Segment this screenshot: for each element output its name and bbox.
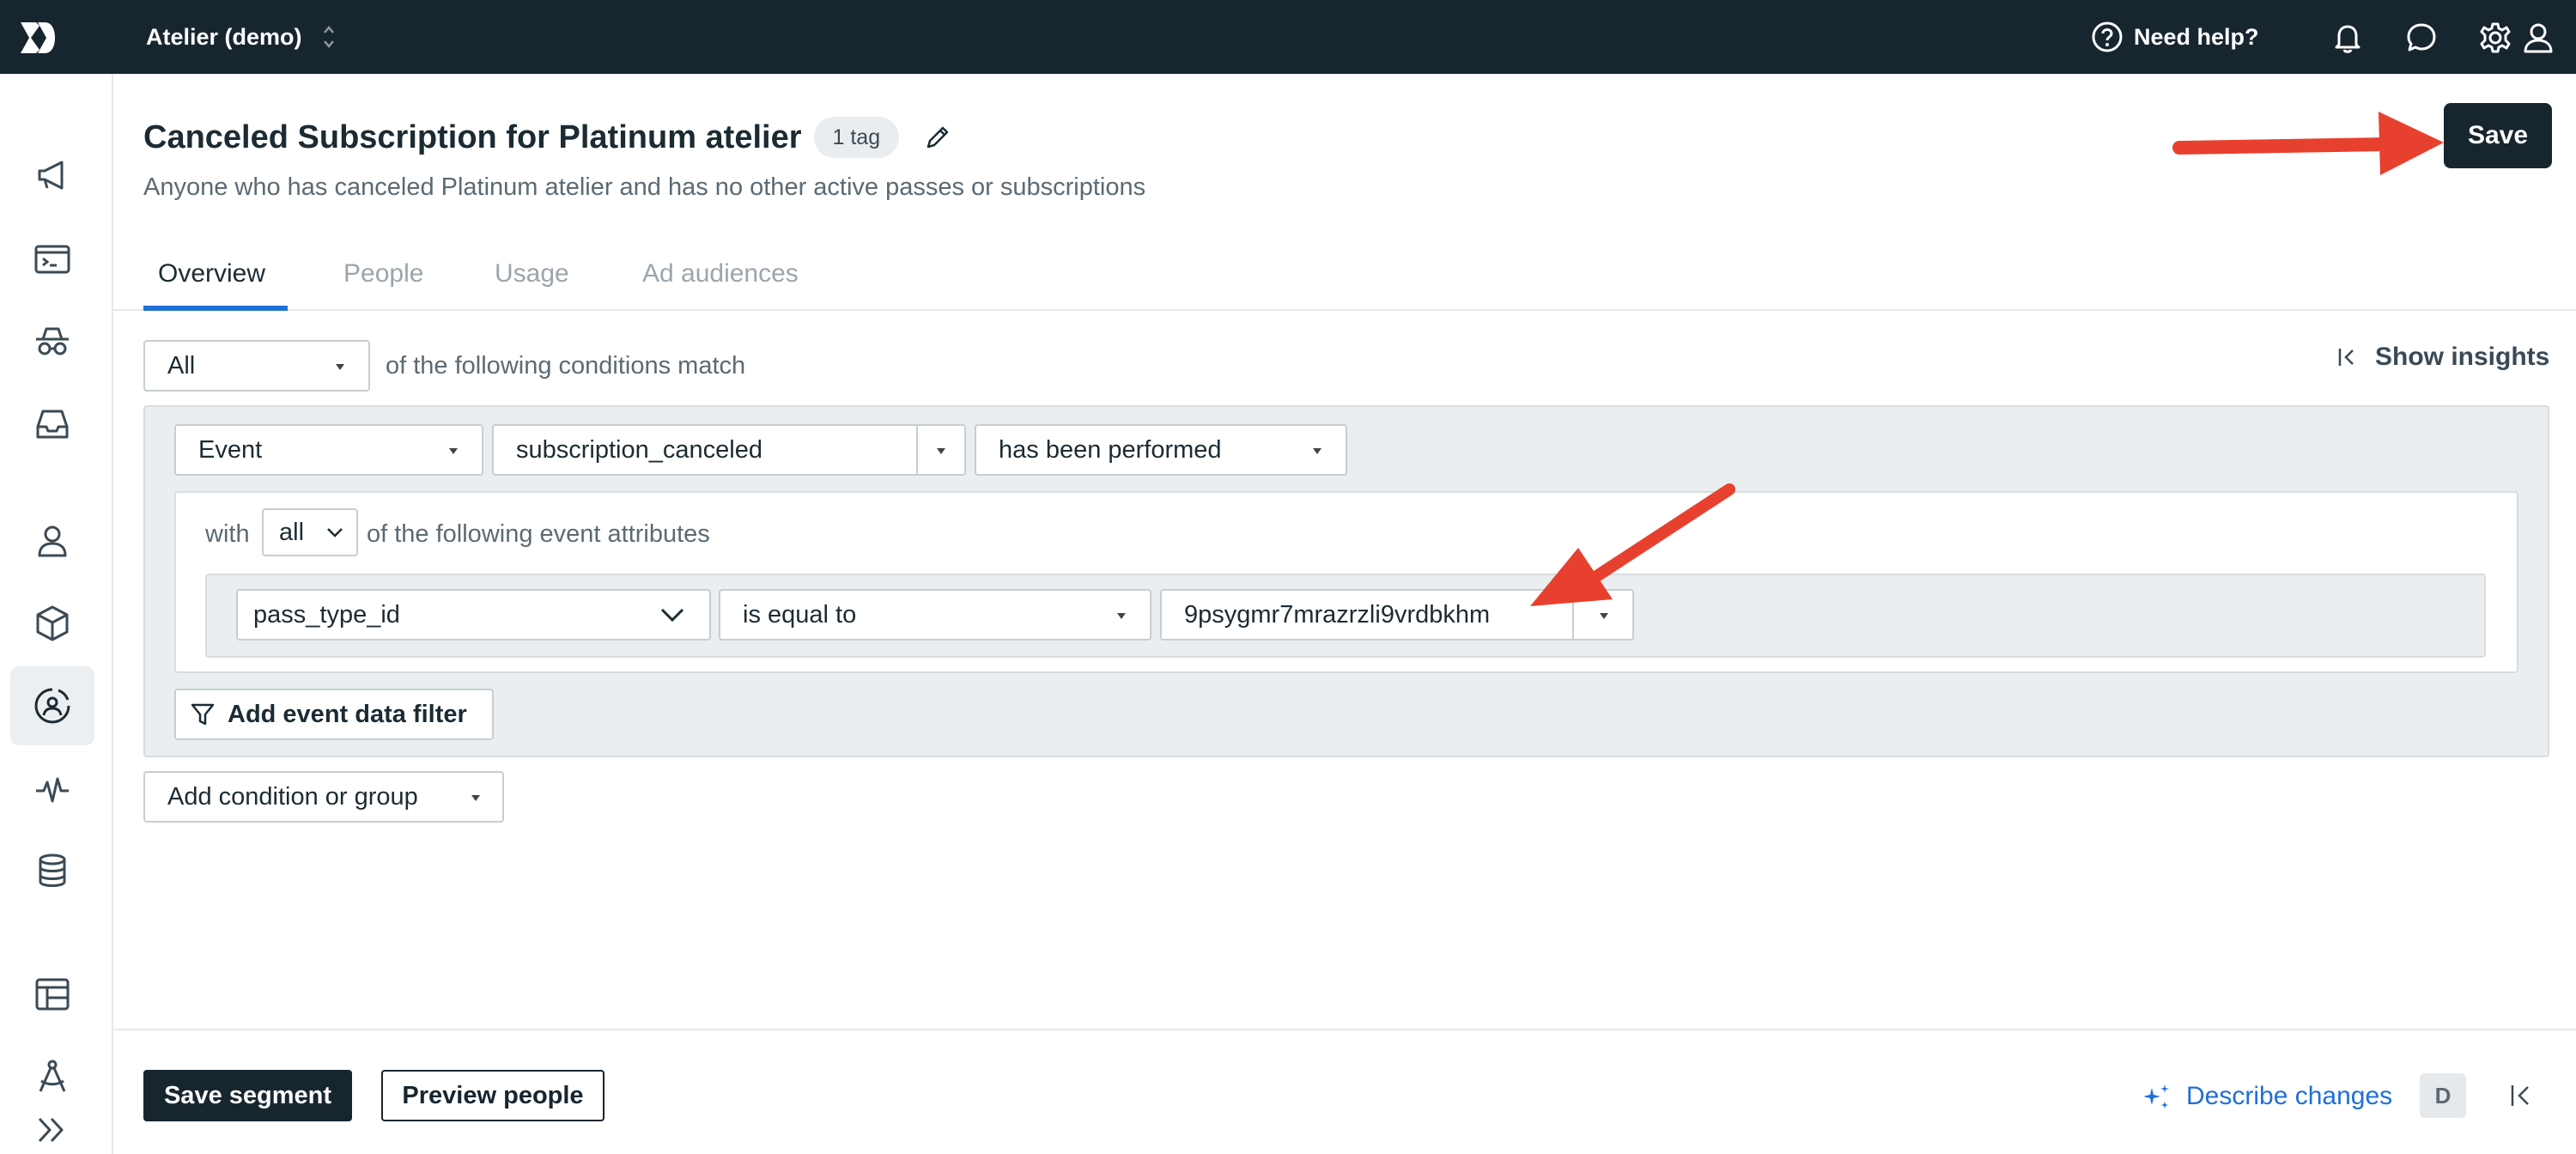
user-icon[interactable] — [2521, 21, 2555, 55]
nav-segments[interactable] — [10, 666, 94, 745]
nav-people[interactable] — [10, 501, 94, 580]
sparkle-icon — [2143, 1084, 2169, 1108]
workspace-switcher[interactable]: Atelier (demo) — [146, 20, 337, 54]
collapse-left-icon[interactable] — [2507, 1080, 2538, 1111]
nav-campaigns[interactable] — [10, 136, 94, 215]
collapse-left-icon — [2338, 349, 2354, 366]
match-select[interactable]: All — [143, 340, 370, 392]
attribute-key-value: pass_type_id — [253, 600, 400, 629]
left-nav — [0, 74, 113, 1154]
match-text: of the following conditions match — [386, 352, 746, 380]
attr-match-value: all — [279, 518, 305, 546]
event-name-input[interactable]: subscription_canceled — [492, 424, 918, 476]
activity-icon — [36, 777, 69, 803]
expand-icon — [38, 1117, 64, 1143]
segment-description: Anyone who has canceled Platinum atelier… — [143, 173, 1146, 201]
attribute-value-dropdown[interactable] — [1572, 589, 1634, 641]
need-help-button[interactable]: Need help? — [2091, 19, 2259, 55]
chevron-updown-icon — [323, 26, 334, 48]
nav-reports[interactable] — [10, 955, 94, 1034]
inbox-icon — [36, 410, 69, 439]
save-segment-button[interactable]: Save segment — [143, 1070, 352, 1121]
with-label: with — [205, 520, 250, 548]
person-icon — [38, 525, 67, 557]
caret-down-icon — [471, 795, 480, 801]
chat-icon[interactable] — [2404, 21, 2439, 55]
tab-usage[interactable]: Usage — [495, 259, 569, 288]
nav-data[interactable] — [10, 831, 94, 910]
top-bar: Atelier (demo) Need help? — [0, 0, 2576, 74]
compass-icon — [39, 1060, 66, 1092]
attr-match-select[interactable]: all — [262, 508, 358, 556]
need-help-label: Need help? — [2134, 23, 2259, 50]
help-icon — [2092, 21, 2123, 52]
segments-icon — [34, 688, 70, 724]
attribute-key-select[interactable]: pass_type_id — [236, 589, 711, 641]
gear-icon[interactable] — [2478, 21, 2512, 55]
nav-activity[interactable] — [10, 750, 94, 829]
bell-icon[interactable] — [2330, 21, 2365, 55]
attribute-value-input[interactable]: 9psygmr7mrazrzli9vrdbkhm — [1160, 589, 1574, 641]
chevron-down-icon — [660, 608, 684, 623]
condition-type-value: Event — [198, 435, 263, 464]
filter-icon — [191, 703, 215, 726]
nav-broadcasts[interactable] — [10, 220, 94, 299]
nav-objects[interactable] — [10, 584, 94, 663]
tab-ad-audiences[interactable]: Ad audiences — [642, 259, 799, 288]
cube-icon — [36, 605, 69, 641]
arrow-to-save — [2172, 112, 2444, 175]
event-name-dropdown[interactable] — [916, 424, 966, 476]
match-select-value: All — [167, 351, 196, 380]
nav-anonymous[interactable] — [10, 302, 94, 381]
workspace-name: Atelier (demo) — [146, 23, 302, 50]
add-condition-label: Add condition or group — [167, 782, 418, 811]
performed-value: has been performed — [999, 435, 1222, 464]
caret-down-icon — [449, 448, 458, 454]
describe-changes-label: Describe changes — [2186, 1082, 2393, 1110]
save-button[interactable]: Save — [2444, 103, 2552, 168]
add-event-filter-button[interactable]: Add event data filter — [174, 689, 494, 740]
logo-icon[interactable] — [19, 19, 57, 57]
megaphone-icon — [38, 161, 64, 190]
describe-changes-button[interactable]: Describe changes — [2142, 1079, 2392, 1114]
terminal-icon — [34, 245, 70, 274]
tab-overview[interactable]: Overview — [158, 259, 265, 288]
pencil-icon[interactable] — [923, 123, 952, 152]
nav-expand[interactable] — [10, 1102, 94, 1154]
caret-down-icon — [336, 364, 344, 370]
active-tab-indicator — [143, 306, 288, 311]
shortcut-badge: D — [2420, 1073, 2466, 1118]
nav-inbox[interactable] — [10, 385, 94, 464]
show-insights-label: Show insights — [2375, 343, 2550, 371]
add-condition-button[interactable]: Add condition or group — [143, 771, 504, 823]
attr-match-text: of the following event attributes — [367, 520, 710, 548]
show-insights-button[interactable]: Show insights — [2337, 340, 2549, 374]
caret-down-icon — [1313, 448, 1321, 454]
add-event-filter-label: Add event data filter — [228, 700, 467, 728]
event-name-value: subscription_canceled — [516, 435, 762, 464]
caret-down-icon — [1117, 613, 1126, 619]
spy-icon — [36, 327, 69, 355]
segment-header: Canceled Subscription for Platinum ateli… — [143, 115, 952, 160]
performed-select[interactable]: has been performed — [975, 424, 1347, 476]
tab-bar: Overview People Usage Ad audiences — [113, 247, 2576, 311]
caret-down-icon — [1600, 613, 1608, 619]
database-icon — [39, 853, 66, 887]
caret-down-icon — [937, 448, 945, 454]
preview-people-button[interactable]: Preview people — [381, 1070, 605, 1121]
condition-type-select[interactable]: Event — [174, 424, 483, 476]
page-title: Canceled Subscription for Platinum ateli… — [143, 118, 802, 155]
tag-count-badge[interactable]: 1 tag — [813, 117, 900, 158]
attribute-value: 9psygmr7mrazrzli9vrdbkhm — [1184, 600, 1491, 629]
operator-select[interactable]: is equal to — [719, 589, 1151, 641]
chevron-down-icon — [327, 528, 343, 538]
tab-people[interactable]: People — [343, 259, 423, 288]
table-icon — [35, 978, 70, 1011]
operator-value: is equal to — [743, 600, 857, 629]
